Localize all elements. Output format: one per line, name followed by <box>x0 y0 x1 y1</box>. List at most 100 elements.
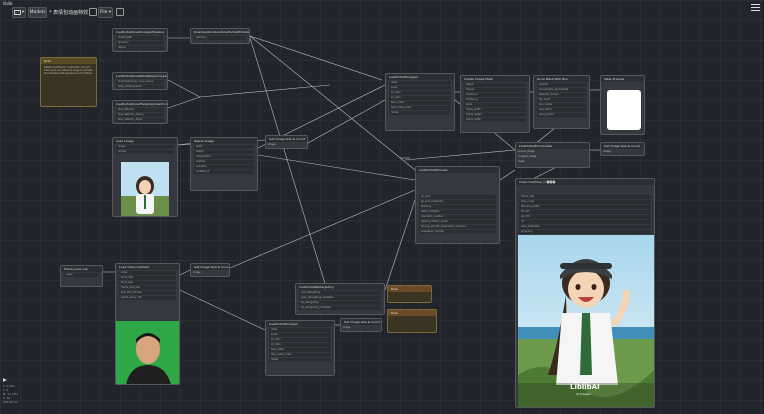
widget-row[interactable]: precision <box>116 41 164 45</box>
widget-row[interactable]: blur_radius <box>537 103 586 107</box>
widget-row[interactable]: loop_count <box>519 200 651 204</box>
get-image-size-node[interactable]: Get Image Size & Count image <box>265 135 308 149</box>
load-image-node[interactable]: Load Image image upload <box>112 137 178 217</box>
widget-row[interactable]: select_every_nth <box>119 296 176 300</box>
widget-row[interactable]: image <box>116 145 174 149</box>
widget-row[interactable]: face_index_order <box>269 353 331 357</box>
play-icon[interactable] <box>3 378 7 382</box>
widget-row[interactable]: flip_input <box>537 98 586 102</box>
widget-row[interactable]: condition <box>194 165 254 169</box>
widget-row[interactable]: value <box>64 273 99 277</box>
widget-row[interactable]: video <box>119 271 176 275</box>
widget-row[interactable]: eyes_retargeting_multiplier <box>299 296 381 300</box>
image-icon[interactable] <box>89 8 97 16</box>
widget-row[interactable]: lerp_alpha <box>537 108 586 112</box>
widget-row[interactable]: width <box>194 145 254 149</box>
widget-row[interactable]: pix_fmt <box>519 215 651 219</box>
widget-row[interactable]: device <box>116 46 164 50</box>
models-button[interactable]: Models <box>28 7 47 18</box>
widget-row[interactable]: frames <box>464 88 526 92</box>
widget-row[interactable]: decay_factor <box>537 113 586 117</box>
workflow-name[interactable]: * 表情包动画特效 <box>49 9 88 16</box>
widget-row[interactable]: face_index <box>389 101 451 105</box>
widget-row[interactable]: driving_smooth_observation_variance <box>419 225 496 229</box>
get-image-size-node[interactable]: Get Image Size & Count image <box>190 263 230 277</box>
widget-row[interactable]: expand <box>537 83 586 87</box>
widget-row[interactable]: vx_ratio <box>389 91 451 95</box>
widget-row[interactable]: lip_retargeting <box>299 301 381 305</box>
widget-row[interactable]: landmarkrunner_onnx_device <box>116 80 164 84</box>
widget-row[interactable]: crf <box>519 220 651 224</box>
widget-row[interactable]: precision <box>194 36 246 40</box>
liveportrait-retargeting-node[interactable]: LivePortraitRetargeting eye_retargeting … <box>295 283 385 315</box>
widget-row[interactable]: scale <box>269 333 331 337</box>
load-video-node[interactable]: Load Video (Upload) video force_rate for… <box>115 263 180 385</box>
note-node[interactable]: Note <box>387 309 437 333</box>
workflow-menu-button[interactable]: ▾ <box>12 7 26 18</box>
widget-row[interactable]: shape_width <box>464 118 526 122</box>
widget-row[interactable]: upload <box>116 150 174 154</box>
widget-row[interactable]: keep_model_loaded <box>116 85 164 89</box>
widget-row[interactable]: skip_first_frames <box>119 291 176 295</box>
widget-row[interactable]: dsize <box>389 81 451 85</box>
io-row[interactable]: source_image <box>518 150 587 154</box>
widget-row[interactable]: method <box>194 160 254 164</box>
widget-row[interactable]: filename_prefix <box>519 205 651 209</box>
liveportrait-composite-node[interactable]: LivePortraitComposite source_image cropp… <box>515 142 590 168</box>
widget-row[interactable]: face_detector_device <box>116 113 164 117</box>
widget-row[interactable]: frame_height <box>464 113 526 117</box>
widget-row[interactable]: height <box>194 150 254 154</box>
widget-row[interactable]: lip_zero <box>419 195 496 199</box>
widget-row[interactable]: interpolation <box>194 155 254 159</box>
widget-row[interactable]: delta_multiplier <box>419 210 496 214</box>
widget-row[interactable]: stitching <box>419 205 496 209</box>
face-detect-node[interactable]: LivePortraitLoadMediaPipeCropper landmar… <box>112 72 168 90</box>
loader-pipeline-node[interactable]: LivePortraitLoadCropperPipeline model_pa… <box>112 28 168 52</box>
widget-row[interactable]: multiple_of <box>194 170 254 174</box>
widget-row[interactable]: location_y <box>464 98 526 102</box>
liveportrait-process-node[interactable]: LivePortraitProcess lip_zero lip_zero_th… <box>415 166 500 244</box>
widget-row[interactable]: save_metadata <box>519 225 651 229</box>
widget-row[interactable]: tapered_corners <box>537 93 586 97</box>
liveportrait-cropper-node[interactable]: LivePortraitCropper dsize scale vx_ratio… <box>385 73 455 131</box>
frame-load-cap-node[interactable]: frame_load_cap value <box>60 265 103 287</box>
widget-row[interactable]: face_detector_dtype <box>116 118 164 122</box>
widget-row[interactable]: vx_ratio <box>269 338 331 342</box>
widget-row[interactable]: vy_ratio <box>389 96 451 100</box>
widget-row[interactable]: rotate <box>389 111 451 115</box>
widget-row[interactable]: rotate <box>269 358 331 362</box>
widget-row[interactable]: frame_load_cap <box>119 286 176 290</box>
widget-row[interactable]: incremental_expandrate <box>537 88 586 92</box>
widget-row[interactable]: face_index_order <box>389 106 451 110</box>
download-models-node[interactable]: DownloadAndLoadLivePortraitModels precis… <box>190 28 250 44</box>
mask-preview-node[interactable]: Mask Preview <box>600 75 645 135</box>
face-crop-node[interactable]: LivePortraitLoadFaceAlignmentCropper fac… <box>112 100 168 124</box>
widget-row[interactable]: dsize <box>269 328 331 332</box>
note-node[interactable]: Note <box>387 285 432 303</box>
widget-row[interactable]: location_x <box>464 93 526 97</box>
get-image-size-node[interactable]: Get Image Size & Count image <box>600 142 645 156</box>
widget-row[interactable]: face_detector <box>116 108 164 112</box>
widget-row[interactable]: grow <box>464 103 526 107</box>
hamburger-menu-icon[interactable] <box>751 4 760 12</box>
widget-row[interactable]: pingpong <box>519 230 651 234</box>
widget-row[interactable]: shape <box>464 83 526 87</box>
save-icon[interactable] <box>116 8 124 16</box>
widget-row[interactable]: frame_rate <box>519 195 651 199</box>
widget-row[interactable]: mismatch_method <box>419 215 496 219</box>
io-row[interactable]: mask <box>518 160 587 164</box>
output-video-preview[interactable]: LiblibAI AI Creator <box>518 235 654 407</box>
widget-row[interactable]: frame_width <box>464 108 526 112</box>
create-shape-mask-node[interactable]: Create Shape Mask shape frames location_… <box>460 75 530 133</box>
widget-row[interactable]: scale <box>389 86 451 90</box>
io-row[interactable]: image <box>343 326 379 330</box>
widget-row[interactable]: force_size <box>119 281 176 285</box>
io-row[interactable]: image <box>193 271 227 275</box>
io-row[interactable]: image <box>268 143 305 147</box>
widget-row[interactable]: force_rate <box>119 276 176 280</box>
get-image-size-node[interactable]: Get Image Size & Count image <box>340 318 382 332</box>
io-row[interactable]: cropped_image <box>518 155 587 159</box>
widget-row[interactable]: expression_friendly <box>419 230 496 234</box>
widget-row[interactable]: eye_retargeting <box>299 291 381 295</box>
widget-row[interactable]: lip_retargeting_multiplier <box>299 306 381 310</box>
